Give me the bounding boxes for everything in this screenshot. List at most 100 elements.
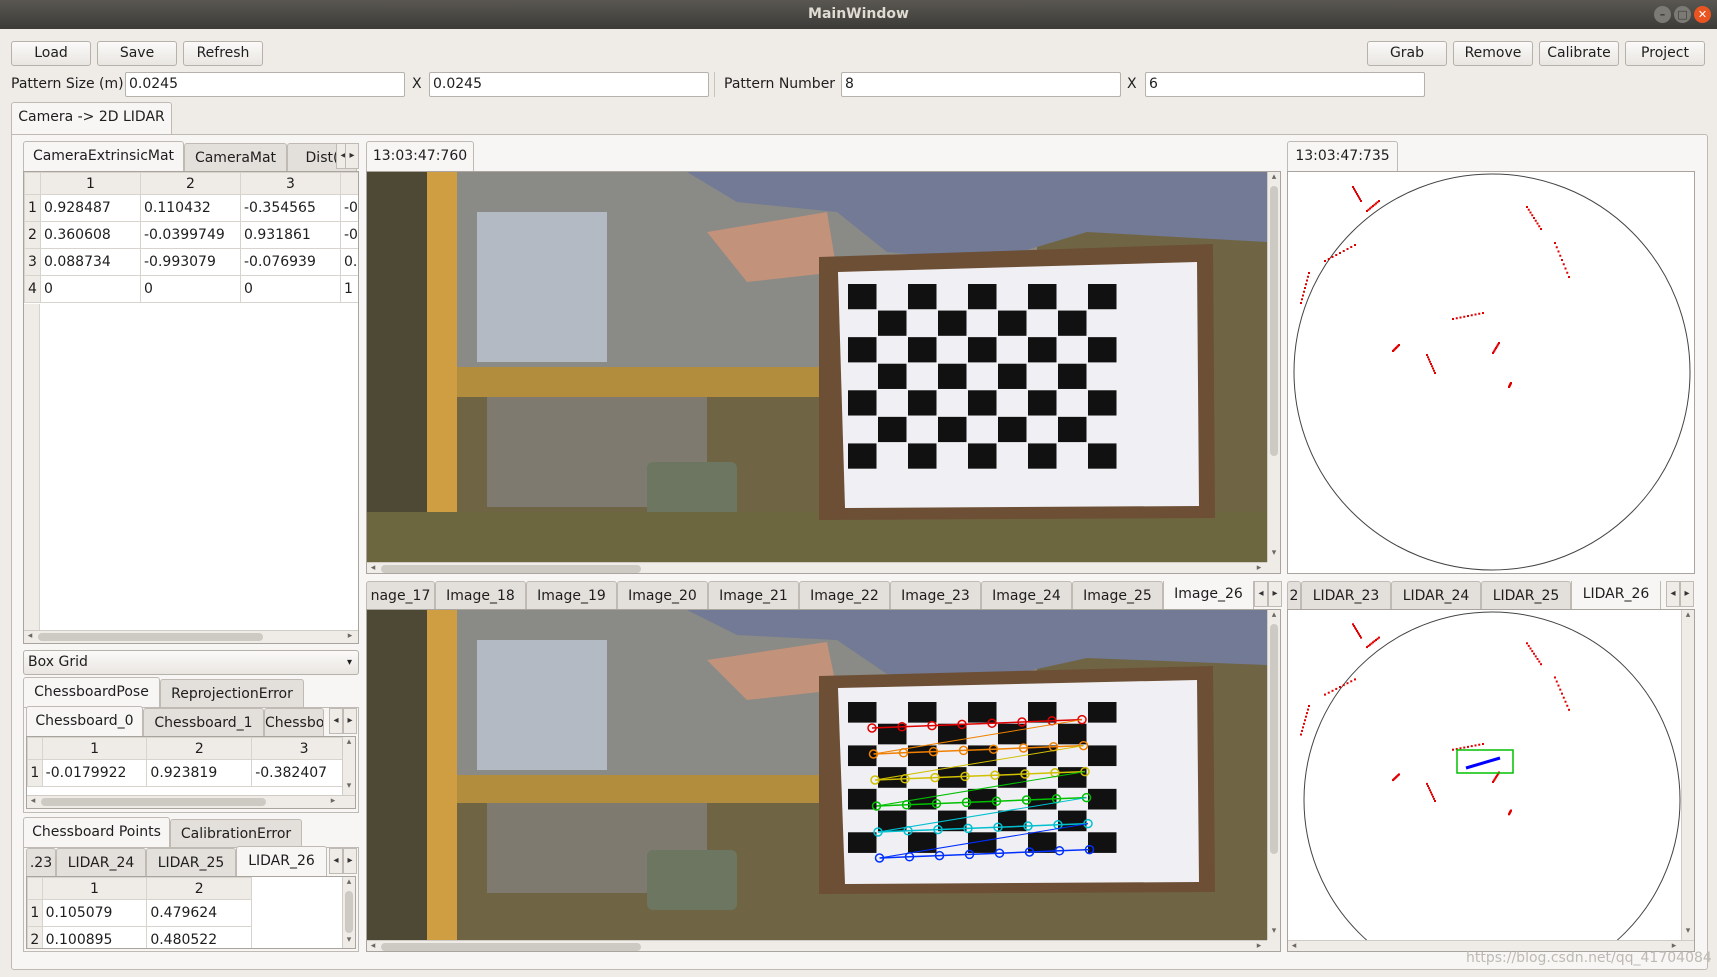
scrollbar-thumb[interactable] xyxy=(1270,624,1278,854)
lidar-live-view[interactable] xyxy=(1287,171,1695,574)
tab-camera-mat[interactable]: CameraMat xyxy=(184,143,287,173)
table-cell[interactable]: 0.088734 xyxy=(40,248,141,276)
table-cell[interactable]: 0 xyxy=(40,275,141,303)
tab-chessboard-2[interactable]: Chessbo xyxy=(264,708,324,738)
pattern-number-height-input[interactable]: 6 xyxy=(1145,72,1425,97)
pattern-size-width-input[interactable]: 0.0245 xyxy=(125,72,405,97)
scroll-right-icon[interactable]: ▸ xyxy=(327,796,339,806)
table-cell[interactable]: 0.479624 xyxy=(146,899,252,927)
scroll-left-icon[interactable]: ◂ xyxy=(24,631,36,641)
tab-camera-timestamp[interactable]: 13:03:47:760 xyxy=(366,141,474,173)
tab-image-23[interactable]: Image_23 xyxy=(890,581,981,611)
vertical-scrollbar[interactable]: ▴ ▾ xyxy=(1267,610,1280,940)
table-cell[interactable]: -0. xyxy=(340,194,358,222)
table-cell[interactable]: 0.480522 xyxy=(146,926,252,948)
scroll-left-icon[interactable]: ◂ xyxy=(1288,941,1300,951)
load-button[interactable]: Load xyxy=(11,41,91,66)
scroll-up-icon[interactable]: ▴ xyxy=(1268,172,1280,182)
pattern-size-height-input[interactable]: 0.0245 xyxy=(429,72,709,97)
scroll-down-icon[interactable]: ▾ xyxy=(343,781,355,791)
table-cell[interactable]: 0.110432 xyxy=(140,194,241,222)
scroll-right-icon[interactable]: ▸ xyxy=(1253,941,1265,951)
table-cell[interactable]: -0.382407 xyxy=(251,759,355,787)
vertical-scrollbar[interactable]: ▴ ▾ xyxy=(1267,172,1280,562)
vertical-scrollbar[interactable]: ▴ ▾ xyxy=(342,737,355,795)
close-icon[interactable]: ✕ xyxy=(1694,6,1711,23)
tab-lidar-25[interactable]: LIDAR_25 xyxy=(1481,581,1571,611)
tab-reprojection-error[interactable]: ReprojectionError xyxy=(160,679,304,709)
tab-lidar-23[interactable]: .23 xyxy=(26,848,56,878)
table-cell[interactable]: 0.923819 xyxy=(146,759,253,787)
vertical-scrollbar[interactable]: ▴ ▾ xyxy=(342,877,355,948)
tab-scroll-right-icon[interactable]: ▸ xyxy=(345,143,359,169)
tab-chessboard-1[interactable]: Chessboard_1 xyxy=(143,708,264,738)
maximize-icon[interactable]: □ xyxy=(1674,6,1691,23)
scroll-down-icon[interactable]: ▾ xyxy=(1268,926,1280,936)
table-cell[interactable]: 0.105079 xyxy=(41,899,148,927)
camera-live-view[interactable]: ▴ ▾ ◂ ▸ xyxy=(366,171,1281,574)
tab-image-17[interactable]: nage_17 xyxy=(366,581,435,611)
tab-camera-to-lidar[interactable]: Camera -> 2D LIDAR xyxy=(11,102,172,134)
scroll-right-icon[interactable]: ▸ xyxy=(1253,563,1265,573)
scroll-up-icon[interactable]: ▴ xyxy=(343,877,355,887)
tab-scroll-left-icon[interactable]: ◂ xyxy=(329,708,343,734)
horizontal-scrollbar[interactable]: ◂ ▸ xyxy=(367,562,1267,573)
table-cell[interactable]: 0.360608 xyxy=(40,221,141,249)
tab-lidar-22[interactable]: 2 xyxy=(1287,581,1301,611)
scroll-down-icon[interactable]: ▾ xyxy=(1268,548,1280,558)
table-cell[interactable]: -0.354565 xyxy=(240,194,341,222)
scrollbar-thumb[interactable] xyxy=(381,565,641,573)
tab-image-20[interactable]: Image_20 xyxy=(617,581,708,611)
tab-scroll-right-icon[interactable]: ▸ xyxy=(343,848,357,874)
table-cell[interactable]: 0.928487 xyxy=(40,194,141,222)
tab-chessboard-points[interactable]: Chessboard Points xyxy=(23,817,170,849)
tab-lidar-26[interactable]: LIDAR_26 xyxy=(236,846,327,878)
table-cell[interactable]: 0.100895 xyxy=(41,926,148,948)
tab-lidar-24[interactable]: LIDAR_24 xyxy=(56,848,146,878)
tab-image-21[interactable]: Image_21 xyxy=(708,581,799,611)
scrollbar-thumb[interactable] xyxy=(381,943,641,951)
table-cell[interactable]: -0.0399749 xyxy=(140,221,241,249)
tab-chessboard-0[interactable]: Chessboard_0 xyxy=(26,706,143,738)
horizontal-scrollbar[interactable]: ◂ ▸ xyxy=(27,795,355,808)
scroll-up-icon[interactable]: ▴ xyxy=(1268,610,1280,620)
lidar-calibration-view[interactable]: ▴ ▾ ◂ ▸ xyxy=(1287,609,1695,952)
tab-scroll-left-icon[interactable]: ◂ xyxy=(1666,581,1680,607)
tab-lidar-25[interactable]: LIDAR_25 xyxy=(146,848,236,878)
tab-image-24[interactable]: Image_24 xyxy=(981,581,1072,611)
pattern-number-width-input[interactable]: 8 xyxy=(841,72,1121,97)
vertical-scrollbar[interactable]: ▴ ▾ xyxy=(1681,610,1694,940)
tab-scroll-right-icon[interactable]: ▸ xyxy=(343,708,357,734)
grab-button[interactable]: Grab xyxy=(1367,41,1447,66)
tab-image-26[interactable]: Image_26 xyxy=(1163,581,1254,611)
tab-lidar-23[interactable]: LIDAR_23 xyxy=(1301,581,1391,611)
refresh-button[interactable]: Refresh xyxy=(183,41,263,66)
tab-camera-extrinsic-mat[interactable]: CameraExtrinsicMat xyxy=(23,141,184,173)
table-cell[interactable]: 0.0 xyxy=(340,248,358,276)
tab-scroll-right-icon[interactable]: ▸ xyxy=(1680,581,1694,607)
table-cell[interactable]: -0.0179922 xyxy=(41,759,148,787)
table-cell[interactable]: 0.931861 xyxy=(240,221,341,249)
tab-scroll-right-icon[interactable]: ▸ xyxy=(1268,581,1282,607)
scroll-up-icon[interactable]: ▴ xyxy=(343,737,355,747)
scroll-down-icon[interactable]: ▾ xyxy=(1682,926,1694,936)
tab-lidar-timestamp[interactable]: 13:03:47:735 xyxy=(1287,141,1398,173)
scroll-left-icon[interactable]: ◂ xyxy=(367,941,379,951)
scrollbar-thumb[interactable] xyxy=(41,798,266,806)
tab-image-25[interactable]: Image_25 xyxy=(1072,581,1163,611)
remove-button[interactable]: Remove xyxy=(1453,41,1533,66)
project-button[interactable]: Project xyxy=(1625,41,1705,66)
table-cell[interactable]: -0.076939 xyxy=(240,248,341,276)
tab-lidar-26[interactable]: LIDAR_26 xyxy=(1571,581,1661,611)
table-cell[interactable]: 1 xyxy=(340,275,358,303)
scrollbar-thumb[interactable] xyxy=(345,891,353,933)
scrollbar-thumb[interactable] xyxy=(1270,186,1278,456)
tab-image-19[interactable]: Image_19 xyxy=(526,581,617,611)
scroll-up-icon[interactable]: ▴ xyxy=(1682,610,1694,620)
tab-scroll-left-icon[interactable]: ◂ xyxy=(1254,581,1268,607)
table-cell[interactable]: -0.993079 xyxy=(140,248,241,276)
tab-image-18[interactable]: Image_18 xyxy=(435,581,526,611)
calibrate-button[interactable]: Calibrate xyxy=(1539,41,1619,66)
save-button[interactable]: Save xyxy=(97,41,177,66)
horizontal-scrollbar[interactable]: ◂ ▸ xyxy=(367,940,1267,951)
